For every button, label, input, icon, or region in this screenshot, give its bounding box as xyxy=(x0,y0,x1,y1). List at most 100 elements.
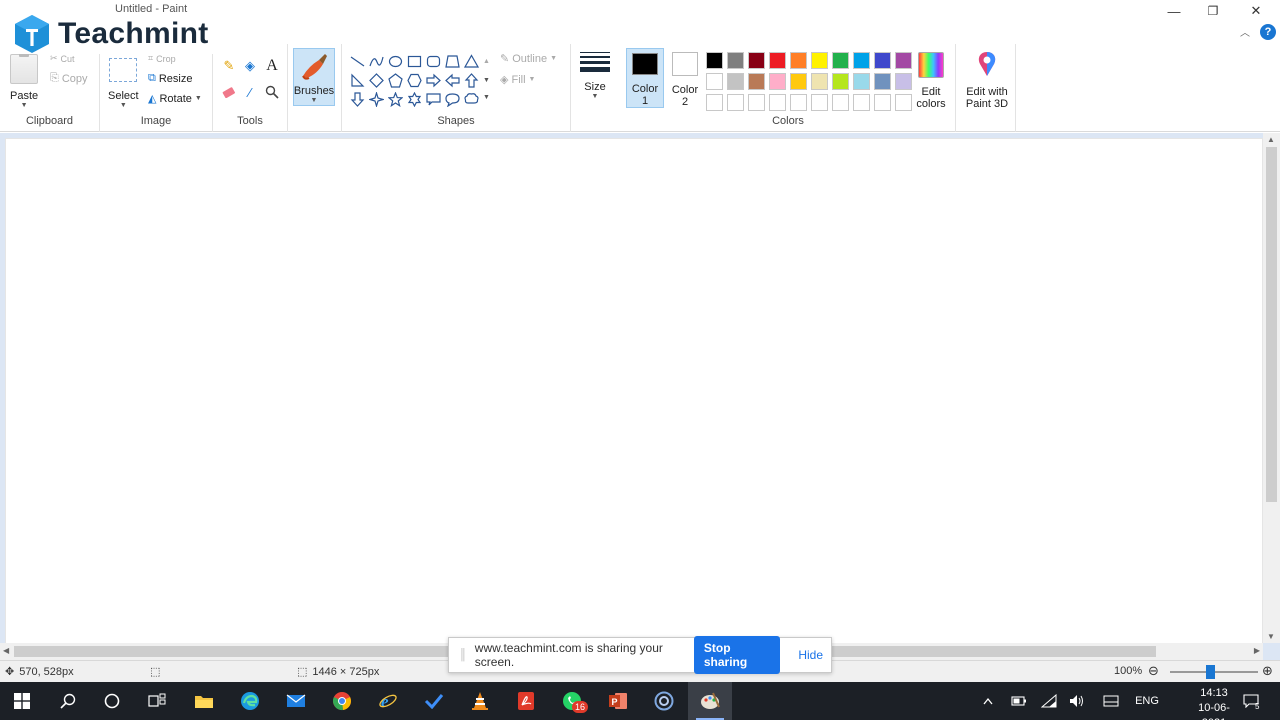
fill-bucket-icon[interactable]: ◈ xyxy=(241,57,259,75)
palette-swatch-1-9[interactable] xyxy=(874,52,891,69)
palette-swatch-3-4[interactable] xyxy=(769,94,786,111)
color2-button[interactable]: Color 2 xyxy=(666,48,704,108)
taskbar-clock[interactable]: 14:13 10-06-2021 xyxy=(1186,686,1242,720)
diamond-shape-icon[interactable] xyxy=(367,71,386,90)
drag-handle-icon[interactable]: ║ xyxy=(459,649,467,661)
palette-swatch-1-4[interactable] xyxy=(769,52,786,69)
edge-taskbar-button[interactable] xyxy=(228,682,272,720)
shapes-scroll-down-icon[interactable]: ▼ xyxy=(483,77,490,84)
collapse-ribbon-icon[interactable]: ︿ xyxy=(1240,24,1250,39)
resize-button[interactable]: ⧉ Resize xyxy=(148,72,192,85)
edit-colors-button[interactable]: Edit colors xyxy=(911,48,951,110)
vertical-scrollbar[interactable]: ▲ ▼ xyxy=(1263,133,1280,643)
cortana-button[interactable] xyxy=(90,682,134,720)
search-button[interactable] xyxy=(46,682,90,720)
vlc-taskbar-button[interactable] xyxy=(458,682,502,720)
palette-swatch-2-9[interactable] xyxy=(874,73,891,90)
palette-swatch-3-5[interactable] xyxy=(790,94,807,111)
palette-swatch-2-2[interactable] xyxy=(727,73,744,90)
volume-tray-button[interactable] xyxy=(1066,682,1088,720)
paste-button[interactable]: Paste ▼ xyxy=(10,52,38,109)
chrome-taskbar-button[interactable] xyxy=(320,682,364,720)
eraser-icon[interactable] xyxy=(220,83,238,101)
scroll-down-icon[interactable]: ▼ xyxy=(1267,632,1275,641)
palette-swatch-1-7[interactable] xyxy=(832,52,849,69)
powerpoint-taskbar-button[interactable]: P xyxy=(596,682,640,720)
paint-taskbar-button[interactable] xyxy=(688,682,732,720)
shapes-scroll-up-icon[interactable]: ▲ xyxy=(483,58,490,65)
palette-swatch-3-6[interactable] xyxy=(811,94,828,111)
five-point-star-shape-icon[interactable] xyxy=(386,90,405,109)
palette-swatch-2-5[interactable] xyxy=(790,73,807,90)
down-arrow-shape-icon[interactable] xyxy=(348,90,367,109)
up-arrow-shape-icon[interactable] xyxy=(462,71,481,90)
scroll-up-icon[interactable]: ▲ xyxy=(1267,135,1275,144)
select-button[interactable]: Select ▼ xyxy=(108,58,139,109)
pencil-icon[interactable]: ✎ xyxy=(220,57,238,75)
palette-swatch-3-1[interactable] xyxy=(706,94,723,111)
rotate-button[interactable]: ◭ Rotate ▼ xyxy=(148,92,202,106)
outline-button[interactable]: ✎ Outline ▼ xyxy=(500,52,557,66)
minimize-button[interactable]: — xyxy=(1154,0,1194,22)
oval-callout-shape-icon[interactable] xyxy=(443,90,462,109)
zoom-in-icon[interactable]: ⊕ xyxy=(1262,663,1273,679)
oval-shape-icon[interactable] xyxy=(386,52,405,71)
palette-swatch-2-4[interactable] xyxy=(769,73,786,90)
rectangle-shape-icon[interactable] xyxy=(405,52,424,71)
brushes-button[interactable]: Brushes ▼ xyxy=(293,48,335,106)
palette-swatch-2-6[interactable] xyxy=(811,73,828,90)
palette-swatch-1-5[interactable] xyxy=(790,52,807,69)
curve-shape-icon[interactable] xyxy=(367,52,386,71)
acrobat-taskbar-button[interactable] xyxy=(504,682,548,720)
triangle-shape-icon[interactable] xyxy=(462,52,481,71)
cloud-callout-shape-icon[interactable] xyxy=(462,90,481,109)
left-arrow-shape-icon[interactable] xyxy=(443,71,462,90)
hexagon-shape-icon[interactable] xyxy=(405,71,424,90)
close-button[interactable]: ✕ xyxy=(1236,0,1276,22)
drawing-canvas[interactable] xyxy=(5,138,1263,644)
line-shape-icon[interactable] xyxy=(348,52,367,71)
file-explorer-taskbar-button[interactable] xyxy=(182,682,226,720)
app-taskbar-button[interactable] xyxy=(642,682,686,720)
palette-swatch-1-10[interactable] xyxy=(895,52,912,69)
palette-swatch-3-3[interactable] xyxy=(748,94,765,111)
palette-swatch-3-7[interactable] xyxy=(832,94,849,111)
start-button[interactable] xyxy=(0,682,44,720)
zoom-out-icon[interactable]: ⊖ xyxy=(1148,663,1159,679)
mail-taskbar-button[interactable] xyxy=(274,682,318,720)
palette-swatch-2-3[interactable] xyxy=(748,73,765,90)
right-arrow-shape-icon[interactable] xyxy=(424,71,443,90)
palette-swatch-3-2[interactable] xyxy=(727,94,744,111)
magnifier-icon[interactable] xyxy=(263,83,281,101)
four-point-star-shape-icon[interactable] xyxy=(367,90,386,109)
cut-button[interactable]: ✂ Cut xyxy=(50,53,75,64)
right-triangle-shape-icon[interactable] xyxy=(348,71,367,90)
battery-tray-button[interactable] xyxy=(1008,682,1030,720)
palette-swatch-2-1[interactable] xyxy=(706,73,723,90)
color-picker-icon[interactable]: ⁄ xyxy=(241,83,259,101)
language-indicator[interactable]: ENG xyxy=(1132,682,1162,720)
palette-swatch-2-10[interactable] xyxy=(895,73,912,90)
edit-with-paint3d-button[interactable]: Edit with Paint 3D xyxy=(960,48,1014,110)
stop-sharing-button[interactable]: Stop sharing xyxy=(693,636,781,674)
show-hidden-icons-button[interactable] xyxy=(978,682,998,720)
task-view-button[interactable] xyxy=(135,682,179,720)
palette-swatch-3-8[interactable] xyxy=(853,94,870,111)
palette-swatch-1-2[interactable] xyxy=(727,52,744,69)
rounded-rectangle-shape-icon[interactable] xyxy=(424,52,443,71)
six-point-star-shape-icon[interactable] xyxy=(405,90,424,109)
palette-swatch-1-8[interactable] xyxy=(853,52,870,69)
size-button[interactable]: Size ▼ xyxy=(580,44,610,100)
pentagon-shape-icon[interactable] xyxy=(386,71,405,90)
todo-taskbar-button[interactable] xyxy=(412,682,456,720)
palette-swatch-1-6[interactable] xyxy=(811,52,828,69)
palette-swatch-3-10[interactable] xyxy=(895,94,912,111)
fill-button[interactable]: ◈ Fill ▼ xyxy=(500,73,535,87)
copy-button[interactable]: ⎘ Copy xyxy=(50,72,88,85)
wifi-tray-button[interactable] xyxy=(1038,682,1060,720)
palette-swatch-2-7[interactable] xyxy=(832,73,849,90)
shapes-expand-icon[interactable]: ▼ xyxy=(483,94,490,101)
hide-button[interactable]: Hide xyxy=(790,643,831,667)
color1-button[interactable]: Color 1 xyxy=(626,48,664,108)
palette-swatch-1-3[interactable] xyxy=(748,52,765,69)
